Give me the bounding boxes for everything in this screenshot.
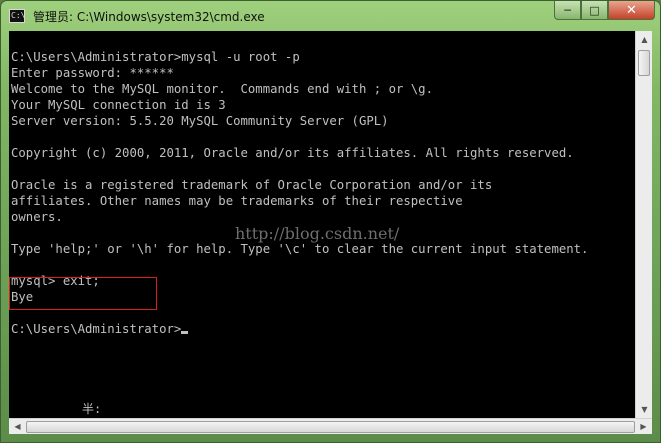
title-bar[interactable]: C:\ 管理员: C:\Windows\system32\cmd.exe ─ □… — [1, 1, 661, 31]
console-line: owners. — [11, 210, 63, 224]
exit-highlight-box — [9, 277, 157, 310]
text-cursor — [181, 331, 189, 334]
scroll-down-arrow-icon[interactable]: ▼ — [636, 401, 653, 418]
horizontal-scrollbar[interactable]: ◀ ▶ — [9, 418, 652, 434]
ime-indicator: 半: — [82, 402, 102, 416]
window-title: 管理员: C:\Windows\system32\cmd.exe — [33, 10, 265, 24]
scroll-right-arrow-icon[interactable]: ▶ — [635, 418, 652, 435]
console-output[interactable]: C:\Users\Administrator>mysql -u root -p … — [9, 31, 635, 418]
horizontal-scroll-thumb[interactable] — [26, 421, 635, 433]
console-line: Type 'help;' or '\h' for help. Type '\c'… — [11, 242, 589, 256]
console-line: C:\Users\Administrator>mysql -u root -p — [11, 50, 300, 64]
watermark-text: http://blog.csdn.net/ — [235, 224, 400, 243]
console-prompt: C:\Users\Administrator> — [11, 322, 182, 336]
minimize-button[interactable]: ─ — [554, 1, 581, 20]
console-line: Your MySQL connection id is 3 — [11, 98, 226, 112]
cmd-app-icon[interactable]: C:\ — [9, 9, 25, 23]
console-line: Welcome to the MySQL monitor. Commands e… — [11, 82, 433, 96]
console-line: Copyright (c) 2000, 2011, Oracle and/or … — [11, 146, 574, 160]
close-button[interactable]: ✕ — [608, 1, 655, 20]
console-line: Server version: 5.5.20 MySQL Community S… — [11, 114, 389, 128]
console-line: Oracle is a registered trademark of Orac… — [11, 178, 493, 192]
cmd-window: C:\ 管理员: C:\Windows\system32\cmd.exe ─ □… — [0, 0, 661, 443]
scroll-up-arrow-icon[interactable]: ▲ — [636, 31, 653, 48]
console-prompt-line[interactable]: C:\Users\Administrator> — [11, 321, 189, 337]
scroll-left-arrow-icon[interactable]: ◀ — [9, 418, 26, 435]
console-line: Enter password: ****** — [11, 66, 174, 80]
vertical-scrollbar[interactable]: ▲ ▼ — [635, 31, 652, 418]
console-line: affiliates. Other names may be trademark… — [11, 194, 463, 208]
maximize-button[interactable]: □ — [581, 1, 608, 20]
vertical-scroll-thumb[interactable] — [638, 50, 650, 76]
